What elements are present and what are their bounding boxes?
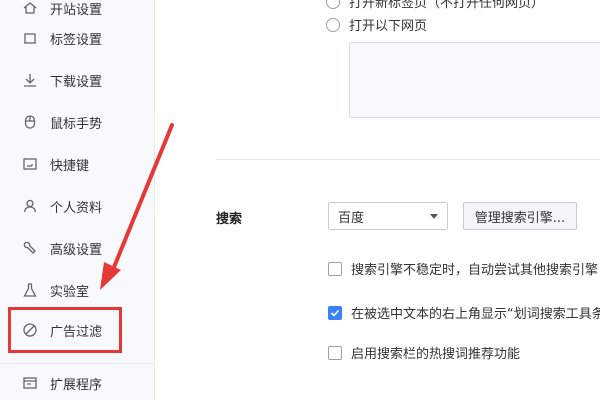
search-option-hot-words[interactable]: 启用搜索栏的热搜词推荐功能: [328, 343, 520, 362]
block-icon: [22, 322, 38, 338]
checkbox[interactable]: [328, 305, 342, 320]
sidebar-item-advanced[interactable]: 高级设置: [0, 233, 154, 263]
flask-icon: [22, 282, 38, 298]
sidebar-item-profile[interactable]: 个人资料: [0, 191, 154, 221]
checkbox[interactable]: [328, 261, 342, 276]
search-engine-value: 百度: [338, 210, 365, 226]
user-icon: [22, 198, 38, 214]
sidebar-item-label: 扩展程序: [50, 377, 103, 393]
sidebar-item-label: 个人资料: [50, 200, 103, 216]
extension-icon: [22, 375, 38, 391]
download-icon: [22, 72, 38, 88]
sidebar-item-label: 高级设置: [50, 242, 103, 258]
sidebar-item-label: 快捷键: [50, 158, 90, 174]
sidebar-item-label: 标签设置: [50, 32, 103, 48]
checkbox[interactable]: [328, 345, 342, 360]
check-icon: [330, 309, 340, 317]
home-icon: [22, 0, 38, 16]
sidebar-divider: [0, 363, 154, 364]
sidebar-item-label: 鼠标手势: [50, 116, 103, 132]
checkbox-label: 在被选中文本的右上角显示“划词搜索工具条”: [351, 307, 600, 322]
sidebar-item-tabs[interactable]: 标签设置: [0, 23, 154, 53]
search-option-fallback[interactable]: 搜索引擎不稳定时，自动尝试其他搜索引擎: [328, 259, 598, 278]
sidebar-item-label: 广告过滤: [50, 324, 103, 340]
startup-pages-textarea[interactable]: [349, 42, 600, 118]
keyboard-icon: [22, 156, 38, 172]
radio-label: 打开新标签页（不打开任何网页）: [349, 0, 545, 11]
checkbox-label: 启用搜索栏的热搜词推荐功能: [351, 347, 521, 362]
sidebar-item-label: 下载设置: [50, 74, 103, 90]
sidebar-item-shortcuts[interactable]: 快捷键: [0, 149, 154, 179]
sidebar-item-ad-filter[interactable]: 广告过滤: [0, 315, 154, 345]
radio-button[interactable]: [326, 0, 340, 9]
checkbox-label: 搜索引擎不稳定时，自动尝试其他搜索引擎: [351, 263, 599, 278]
search-section-label: 搜索: [216, 212, 243, 227]
manage-search-engines-button[interactable]: 管理搜索引擎...: [463, 202, 577, 230]
chevron-down-icon: [430, 214, 438, 219]
settings-main: 打开新标签页（不打开任何网页） 打开以下网页 搜索 百度 管理搜索引擎... 搜…: [156, 0, 600, 400]
sidebar-item-startup[interactable]: 开站设置: [0, 0, 154, 23]
sidebar-item-extensions[interactable]: 扩展程序: [0, 368, 154, 398]
radio-button[interactable]: [326, 17, 340, 32]
radio-label: 打开以下网页: [349, 19, 428, 34]
sidebar-item-download[interactable]: 下载设置: [0, 65, 154, 95]
sidebar-item-label: 开站设置: [50, 2, 103, 18]
section-divider: [216, 159, 600, 160]
sidebar-item-lab[interactable]: 实验室: [0, 275, 154, 305]
settings-sidebar: 开站设置 标签设置 下载设置 鼠标手势 快捷键 个人资料 高级设置 实验室 广告…: [0, 0, 155, 400]
sidebar-item-mouse-gestures[interactable]: 鼠标手势: [0, 107, 154, 137]
wrench-icon: [22, 240, 38, 256]
search-engine-select[interactable]: 百度: [328, 202, 448, 230]
startup-option-new-tab[interactable]: 打开新标签页（不打开任何网页）: [326, 0, 544, 11]
mouse-icon: [22, 114, 38, 130]
tab-icon: [22, 30, 38, 46]
startup-option-open-pages[interactable]: 打开以下网页: [326, 15, 427, 34]
sidebar-item-label: 实验室: [50, 284, 90, 300]
search-option-selection-toolbar[interactable]: 在被选中文本的右上角显示“划词搜索工具条”: [328, 303, 600, 322]
